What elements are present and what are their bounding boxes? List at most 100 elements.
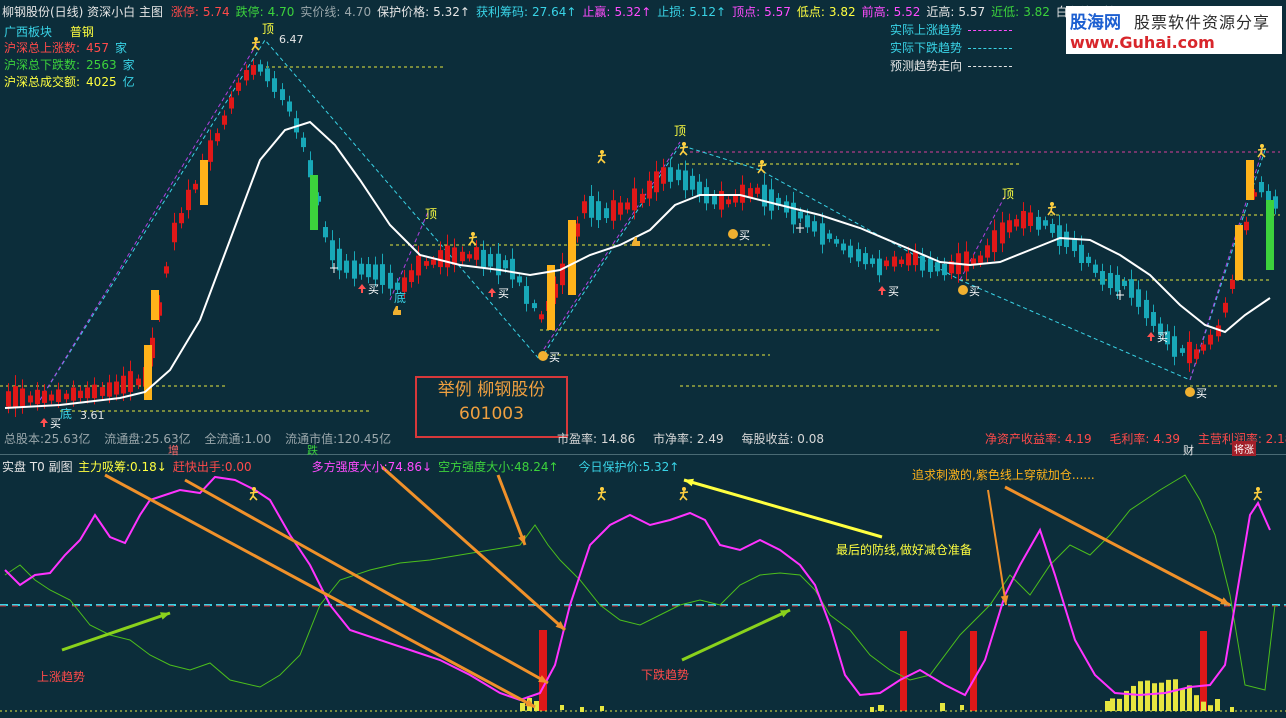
buy-arrow-icon (40, 418, 48, 427)
header-item-value: 27.64↑ (532, 5, 577, 19)
candle-body (654, 171, 659, 193)
candle-body (596, 201, 601, 221)
sector-name[interactable]: 普钢 (70, 25, 94, 39)
header-item-value: 3.82 (828, 5, 856, 19)
highlight-candle (1235, 225, 1243, 280)
sub-item-label: 主力吸筹: (78, 460, 131, 474)
candle-body (215, 133, 220, 142)
annotation-arrow (1004, 485, 1231, 607)
candle-body (13, 386, 18, 408)
highlight-candle (1266, 200, 1274, 270)
runner-icon (1260, 144, 1264, 148)
market-stat-label: 沪深总成交额: (4, 75, 81, 89)
legend-item: 预测趋势走向 (890, 57, 1013, 75)
candle-body (668, 167, 673, 182)
candle-body (640, 193, 645, 203)
sub-item-label: 今日保护价: (578, 460, 643, 474)
header-item-label: 前高: (861, 5, 890, 19)
header-item-label: 近低: (991, 5, 1020, 19)
volume-bar (1131, 685, 1136, 711)
top-mark: 顶 (425, 207, 437, 221)
annotation-arrow (104, 473, 536, 709)
main-header: 柳钢股份(日线) 资深小白 主图 涨停: 5.74 跌停: 4.70 实价线: 4.70 保… (2, 3, 1142, 20)
fund-left: 总股本:25.63亿 流通盘:25.63亿 全流通:1.00 流通市值:120.… (4, 430, 391, 447)
candle-body (85, 387, 90, 399)
volume-bar (1180, 688, 1185, 711)
market-stat-row: 沪深总成交额: 4025 亿 (4, 74, 135, 91)
signal-bar (970, 631, 977, 711)
main-candlestick-chart[interactable]: 顶顶顶顶底底买买买买买买买买买 (0, 0, 1286, 455)
candle-body (762, 184, 767, 207)
signal-bar (539, 630, 547, 711)
sector-label[interactable]: 广西板块 (4, 25, 52, 39)
runner-icon (600, 487, 604, 491)
trend-legend: 实际上涨趋势 实际下跌趋势 预测趋势走向 (890, 21, 1013, 75)
signal-bar (520, 703, 525, 711)
candle-body (524, 286, 529, 304)
cross-mark (330, 263, 338, 273)
market-stat-unit: 家 (114, 41, 127, 55)
annotation-arrow (496, 474, 527, 546)
candle-body (532, 303, 537, 309)
candle-body (136, 378, 141, 386)
runner-icon (249, 490, 259, 501)
candle-body (848, 245, 853, 258)
candle-body (323, 227, 328, 238)
annotation-arrow (681, 608, 791, 662)
long-strength-line (4, 475, 1271, 702)
header-item-value: 5.32↑ (433, 5, 470, 19)
candle-body (632, 188, 637, 211)
candle-body (1115, 274, 1120, 292)
runner-icon (682, 487, 686, 491)
candle-body (186, 189, 191, 211)
candle-body (179, 213, 184, 224)
candle-body (1223, 302, 1228, 313)
candle-body (272, 78, 277, 92)
runner-icon (597, 153, 607, 164)
candle-body (661, 167, 666, 184)
candle-body (308, 160, 313, 178)
candle-body (100, 387, 105, 396)
candle-body (1007, 220, 1012, 233)
example-title: 举例 柳钢股份 (437, 380, 546, 400)
candle-body (978, 255, 983, 263)
annotation-arrow (683, 478, 883, 539)
runner-icon (760, 160, 764, 164)
market-stats: 沪深总上涨数: 457 家沪深总下跌数: 2563 家沪深总成交额: 4025 亿 (4, 40, 135, 91)
buy-mark: 买 (1196, 387, 1207, 400)
candle-body (935, 262, 940, 272)
candle-body (920, 255, 925, 271)
hand-icon (393, 306, 401, 315)
runner-icon (468, 235, 478, 246)
candle-body (337, 248, 342, 271)
candle-body (791, 202, 796, 225)
chart-title: 柳钢股份(日线) 资深小白 主图 (2, 5, 163, 19)
volume-bar (1159, 682, 1164, 711)
buy-mark: 买 (1157, 331, 1168, 344)
example-code: 601003 (459, 404, 524, 424)
candle-body (172, 222, 177, 243)
runner-icon (600, 150, 604, 154)
candle-body (1108, 273, 1113, 289)
sub-item-value: 48.24↑ (514, 460, 559, 474)
buy-mark: 买 (549, 351, 560, 364)
header-item-label: 止赢: (582, 5, 611, 19)
market-stat-unit: 亿 (122, 75, 135, 89)
candle-body (373, 264, 378, 280)
guhai-logo: 股海网 股票软件资源分享 www.Guhai.com (1066, 6, 1282, 54)
high-price-label: 6.47 (279, 33, 304, 46)
candle-body (1259, 181, 1264, 193)
top-mark: 顶 (674, 124, 686, 138)
down-trend-note: 下跌趋势 (641, 668, 690, 682)
candle-body (676, 169, 681, 181)
candle-body (1129, 279, 1134, 298)
top-mark: 顶 (262, 22, 274, 36)
candle-body (1043, 220, 1048, 226)
candle-body (1194, 349, 1199, 359)
candle-body (906, 253, 911, 266)
runner-icon (471, 232, 475, 236)
candle-body (928, 258, 933, 272)
bottom-mark: 底 (60, 406, 72, 421)
candle-body (1000, 222, 1005, 244)
candle-body (625, 202, 630, 210)
